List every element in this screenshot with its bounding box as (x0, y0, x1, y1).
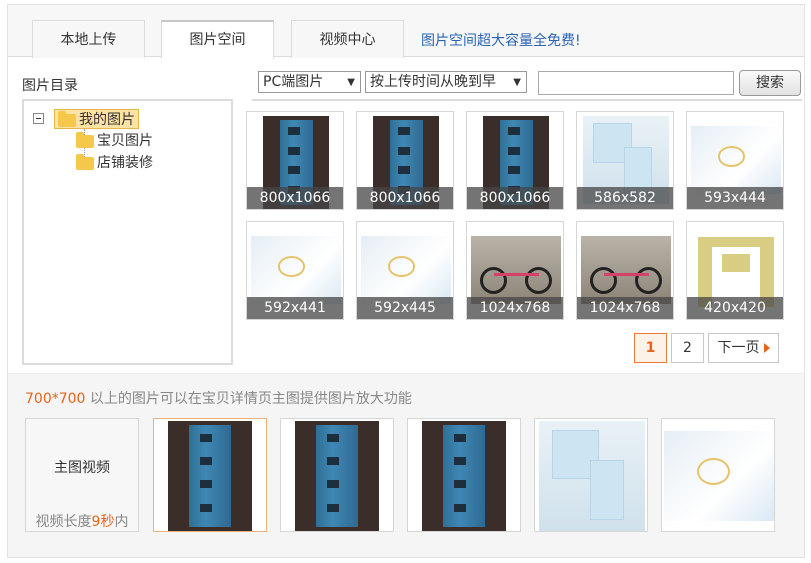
main-video-slot[interactable]: 主图视频 视频长度9秒内 (25, 418, 139, 532)
image-thumbnail[interactable]: 800x1066 (356, 111, 454, 210)
image-size-label: 800x1066 (357, 187, 453, 209)
tip-size: 700*700 (25, 391, 86, 407)
image-size-label: 800x1066 (467, 187, 563, 209)
video-note-prefix: 视频长度 (35, 514, 92, 530)
page-1-button[interactable]: 1 (634, 333, 667, 363)
video-note-suffix: 内 (114, 514, 129, 530)
fabric-photo (361, 236, 451, 304)
folder-icon (76, 153, 94, 170)
promo-link[interactable]: 图片空间超大容量全免费! (421, 30, 581, 50)
sort-select[interactable]: 按上传时间从晚到早 ▼ (365, 71, 527, 93)
image-picker-dialog: 本地上传 图片空间 视频中心 图片空间超大容量全免费! 图片目录 我的图片 宝贝… (7, 4, 805, 558)
next-page-label: 下一页 (717, 340, 760, 356)
main-image-slot[interactable] (534, 418, 648, 532)
tab-video-center[interactable]: 视频中心 (291, 20, 404, 58)
next-page-button[interactable]: 下一页 (708, 333, 779, 363)
image-thumbnail[interactable]: 1024x768 (466, 221, 564, 320)
image-size-label: 592x441 (247, 297, 343, 319)
folder-icon (58, 110, 76, 127)
image-thumbnail[interactable]: 800x1066 (246, 111, 344, 210)
bike-photo (581, 236, 671, 304)
zoom-tip: 700*700 以上的图片可以在宝贝详情页主图提供图片放大功能 (25, 388, 412, 408)
image-size-label: 420x420 (687, 297, 783, 319)
main-image-slot[interactable] (153, 418, 267, 532)
dropdown-arrow-icon: ▼ (513, 77, 521, 88)
image-size-label: 800x1066 (247, 187, 343, 209)
tab-bar: 本地上传 图片空间 视频中心 图片空间超大容量全免费! (8, 5, 804, 59)
search-button[interactable]: 搜索 (739, 70, 801, 96)
tab-local-upload[interactable]: 本地上传 (32, 20, 145, 58)
directory-title: 图片目录 (22, 78, 78, 94)
tree-node-label: 我的图片 (79, 112, 135, 128)
image-thumbnail[interactable]: 1024x768 (576, 221, 674, 320)
folder-icon (76, 131, 94, 148)
image-size-label: 1024x768 (467, 297, 563, 319)
search-input[interactable] (538, 71, 734, 95)
collapse-toggle-icon[interactable] (33, 113, 44, 124)
tree-node-shop-decoration[interactable]: 店铺装修 (76, 153, 153, 173)
main-image-panel: 700*700 以上的图片可以在宝贝详情页主图提供图片放大功能 主图视频 视频长… (8, 373, 804, 557)
next-arrow-icon (763, 343, 770, 353)
filter-toolbar: PC端图片 ▼ 按上传时间从晚到早 ▼ 搜索 (252, 69, 802, 101)
fabric-photo (691, 126, 781, 194)
tree-node-label: 店铺装修 (97, 155, 153, 171)
image-size-label: 592x445 (357, 297, 453, 319)
image-size-label: 586x582 (577, 187, 673, 209)
ram-photo (168, 421, 252, 531)
folder-tree: 我的图片 宝贝图片 店铺装修 (22, 99, 233, 365)
image-size-label: 1024x768 (577, 297, 673, 319)
tip-text: 以上的图片可以在宝贝详情页主图提供图片放大功能 (85, 391, 412, 407)
tree-node-label: 宝贝图片 (97, 133, 153, 149)
image-thumbnail[interactable]: 593x444 (686, 111, 784, 210)
image-thumbnail[interactable]: 592x445 (356, 221, 454, 320)
ram-photo (295, 421, 379, 531)
video-title: 主图视频 (54, 460, 110, 476)
fabric-photo (664, 431, 774, 521)
image-thumbnail[interactable]: 592x441 (246, 221, 344, 320)
page-2-button[interactable]: 2 (671, 333, 704, 363)
baby-photo (539, 421, 645, 531)
image-thumbnail[interactable]: 586x582 (576, 111, 674, 210)
video-duration-note: 视频长度9秒内 (26, 511, 138, 531)
main-image-slot[interactable] (280, 418, 394, 532)
sort-select-value: 按上传时间从晚到早 (370, 74, 496, 90)
image-size-label: 593x444 (687, 187, 783, 209)
ram-photo (422, 421, 506, 531)
source-select-value: PC端图片 (263, 74, 324, 90)
tree-node-item-images[interactable]: 宝贝图片 (76, 131, 153, 151)
tree-node-my-images[interactable]: 我的图片 (54, 109, 139, 129)
dropdown-arrow-icon: ▼ (347, 77, 355, 88)
video-note-duration: 9秒 (91, 514, 115, 530)
main-image-slot[interactable] (407, 418, 521, 532)
source-select[interactable]: PC端图片 ▼ (258, 71, 361, 93)
image-thumbnail[interactable]: 420x420 (686, 221, 784, 320)
tab-image-space[interactable]: 图片空间 (161, 20, 274, 59)
bike-photo (471, 236, 561, 304)
image-thumbnail[interactable]: 800x1066 (466, 111, 564, 210)
main-image-slot[interactable] (661, 418, 775, 532)
fabric-photo (251, 236, 341, 304)
